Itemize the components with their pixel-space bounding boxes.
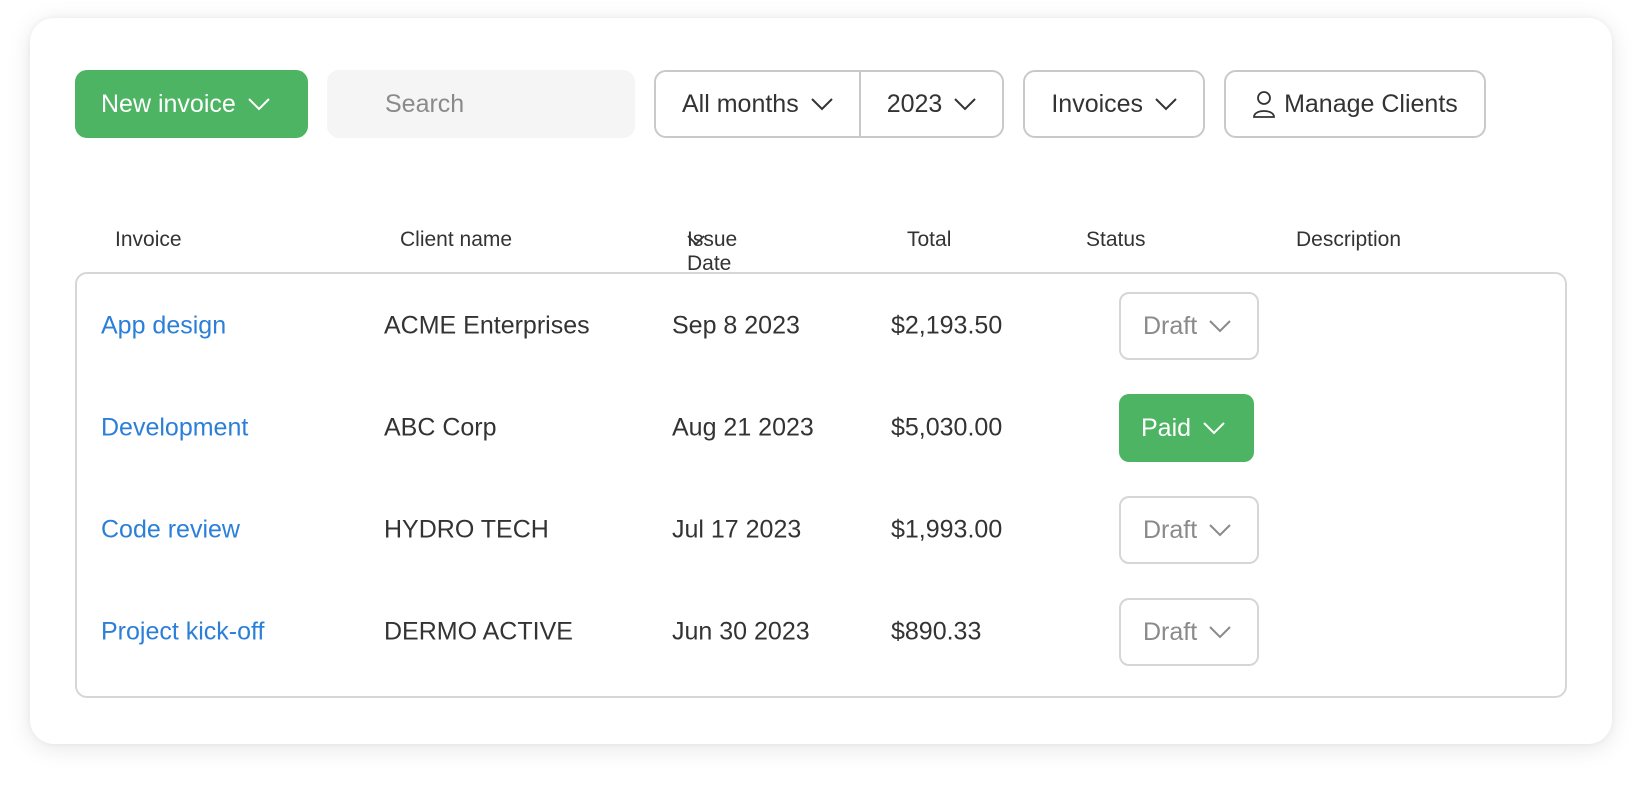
client-name: ACME Enterprises	[384, 311, 590, 340]
table-row: Project kick-off DERMO ACTIVE Jun 30 202…	[77, 597, 1565, 667]
manage-clients-label: Manage Clients	[1284, 89, 1458, 118]
table-row: Development ABC Corp Aug 21 2023 $5,030.…	[77, 393, 1565, 463]
document-type-dropdown[interactable]: Invoices	[1023, 70, 1206, 138]
status-dropdown[interactable]: Draft	[1119, 292, 1259, 360]
invoice-link[interactable]: Project kick-off	[101, 618, 264, 647]
issue-date: Jul 17 2023	[672, 515, 802, 544]
search-box[interactable]	[327, 70, 635, 138]
client-name: DERMO ACTIVE	[384, 617, 573, 646]
status-label: Draft	[1143, 617, 1198, 646]
header-invoice: Invoice	[115, 228, 182, 251]
year-filter-dropdown[interactable]: 2023	[858, 72, 1003, 136]
invoices-panel: New invoice All months 2023 I	[30, 18, 1612, 744]
table-row: Code review HYDRO TECH Jul 17 2023 $1,99…	[77, 495, 1565, 565]
status-dropdown[interactable]: Draft	[1119, 496, 1259, 564]
toolbar: New invoice All months 2023 I	[75, 70, 1486, 138]
new-invoice-label: New invoice	[101, 89, 236, 118]
chevron-down-icon	[248, 97, 270, 111]
month-filter-dropdown[interactable]: All months	[656, 72, 859, 136]
status-label: Paid	[1141, 413, 1192, 442]
chevron-down-icon	[1209, 625, 1231, 639]
chevron-down-icon	[1209, 523, 1231, 537]
client-name: ABC Corp	[384, 413, 497, 442]
invoice-link[interactable]: Code review	[101, 516, 240, 545]
client-name: HYDRO TECH	[384, 515, 549, 544]
table-header: Invoice Client name Issue Date Total Sta…	[75, 228, 1565, 275]
month-filter-label: All months	[682, 89, 799, 118]
invoice-total: $1,993.00	[891, 515, 1003, 544]
invoices-table: App design ACME Enterprises Sep 8 2023 $…	[75, 272, 1567, 698]
chevron-down-icon	[687, 228, 705, 246]
manage-clients-button[interactable]: Manage Clients	[1224, 70, 1486, 138]
new-invoice-button[interactable]: New invoice	[75, 70, 308, 138]
header-description: Description	[1296, 228, 1402, 251]
invoice-total: $5,030.00	[891, 413, 1003, 442]
status-dropdown[interactable]: Paid	[1119, 394, 1254, 462]
issue-date: Jun 30 2023	[672, 617, 810, 646]
status-label: Draft	[1143, 311, 1198, 340]
chevron-down-icon	[1209, 319, 1231, 333]
status-dropdown[interactable]: Draft	[1119, 598, 1259, 666]
invoice-total: $890.33	[891, 617, 982, 646]
issue-date: Sep 8 2023	[672, 311, 800, 340]
invoice-link[interactable]: Development	[101, 414, 248, 443]
chevron-down-icon	[1203, 421, 1225, 435]
status-label: Draft	[1143, 515, 1198, 544]
search-input[interactable]	[385, 89, 615, 119]
issue-date: Aug 21 2023	[672, 413, 814, 442]
date-filter-group: All months 2023	[654, 70, 1005, 138]
chevron-down-icon	[811, 97, 833, 111]
user-icon	[1252, 90, 1276, 118]
year-filter-label: 2023	[886, 89, 943, 118]
header-status: Status	[1086, 228, 1146, 251]
document-type-label: Invoices	[1051, 89, 1144, 118]
invoice-link[interactable]: App design	[101, 312, 226, 341]
header-client-name: Client name	[400, 228, 513, 251]
chevron-down-icon	[1155, 97, 1177, 111]
invoice-total: $2,193.50	[891, 311, 1003, 340]
header-total: Total	[907, 228, 952, 251]
table-row: App design ACME Enterprises Sep 8 2023 $…	[77, 291, 1565, 361]
chevron-down-icon	[954, 97, 977, 111]
